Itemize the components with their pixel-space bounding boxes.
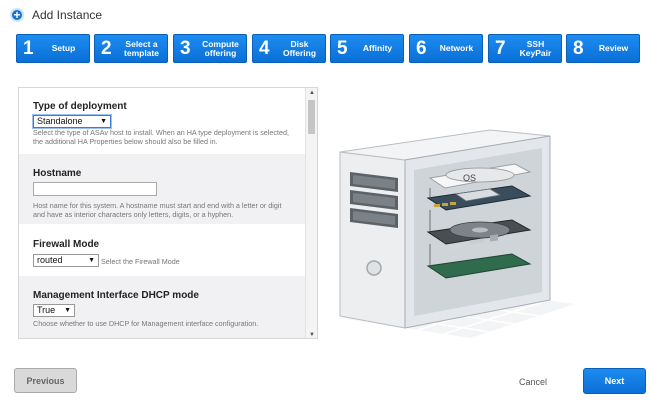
firewall-mode-select[interactable]: routed ▼ (33, 254, 99, 267)
firewall-value: routed (37, 255, 63, 265)
vertical-scrollbar[interactable]: ▲ ▼ (305, 88, 317, 338)
firewall-description: Select the Firewall Mode (101, 257, 180, 266)
step-label: Review (598, 43, 629, 53)
step-network[interactable]: 6 Network (409, 34, 483, 63)
firewall-label: Firewall Mode (33, 239, 100, 250)
step-label: Compute offering (202, 38, 239, 58)
scrollbar-thumb[interactable] (308, 100, 315, 134)
step-select-template[interactable]: 2 Select a template (94, 34, 168, 63)
step-review[interactable]: 8 Review (566, 34, 640, 63)
hostname-label: Hostname (33, 168, 82, 179)
dhcp-section: Management Interface DHCP mode True ▼ Ch… (19, 276, 306, 338)
step-number: 5 (337, 37, 348, 59)
step-label: Network (439, 43, 474, 53)
deployment-description: Select the type of ASAv host to install.… (33, 128, 289, 146)
drive-bays (350, 172, 398, 228)
deployment-value: Standalone (37, 116, 83, 126)
step-number: 7 (495, 37, 506, 59)
computer-tower-illustration: OS (339, 129, 575, 338)
step-number: 6 (416, 37, 427, 59)
os-label: OS (463, 173, 476, 183)
deployment-select[interactable]: Standalone ▼ (33, 115, 111, 128)
step-number: 3 (180, 37, 191, 59)
deployment-section: Type of deployment Standalone ▼ Select t… (19, 88, 306, 152)
step-number: 2 (101, 37, 112, 59)
step-label: Select a template (124, 38, 159, 58)
hostname-section: Hostname Host name for this system. A ho… (19, 154, 306, 224)
step-number: 1 (23, 37, 34, 59)
step-label: Affinity (362, 43, 393, 53)
step-number: 8 (573, 37, 584, 59)
plus-circle-icon: + (10, 8, 24, 22)
next-button[interactable]: Next (583, 368, 646, 394)
dhcp-value: True (37, 305, 56, 315)
form-panel: Type of deployment Standalone ▼ Select t… (18, 87, 318, 339)
chevron-down-icon: ▼ (64, 307, 71, 314)
chevron-down-icon: ▼ (100, 118, 107, 125)
chevron-down-icon: ▼ (88, 257, 95, 264)
hostname-value (34, 188, 37, 198)
firewall-section: Firewall Mode routed ▼ Select the Firewa… (19, 224, 306, 276)
form-scroll-area: Type of deployment Standalone ▼ Select t… (19, 88, 306, 338)
step-setup[interactable]: 1 Setup (16, 34, 90, 63)
step-number: 4 (259, 37, 270, 59)
cancel-button[interactable]: Cancel (505, 375, 561, 389)
step-compute-offering[interactable]: 3 Compute offering (173, 34, 247, 63)
hostname-input[interactable] (33, 182, 157, 196)
deployment-label: Type of deployment (33, 101, 127, 112)
step-affinity[interactable]: 5 Affinity (330, 34, 404, 63)
scroll-down-icon[interactable]: ▼ (309, 332, 315, 338)
step-label: Setup (51, 43, 76, 53)
step-ssh-keypair[interactable]: 7 SSH KeyPair (488, 34, 562, 63)
dialog-header: + Add Instance (10, 8, 102, 22)
dhcp-description: Choose whether to use DHCP for Managemen… (33, 319, 259, 328)
dhcp-mode-select[interactable]: True ▼ (33, 304, 75, 317)
scroll-up-icon[interactable]: ▲ (309, 90, 315, 96)
dialog-title: Add Instance (32, 8, 103, 22)
step-label: Disk Offering (282, 38, 317, 58)
dhcp-label: Management Interface DHCP mode (33, 290, 199, 301)
step-label: SSH KeyPair (519, 38, 552, 58)
hostname-description: Host name for this system. A hostname mu… (33, 201, 282, 219)
previous-button[interactable]: Previous (14, 368, 77, 393)
step-disk-offering[interactable]: 4 Disk Offering (252, 34, 326, 63)
power-button-icon (366, 260, 382, 276)
